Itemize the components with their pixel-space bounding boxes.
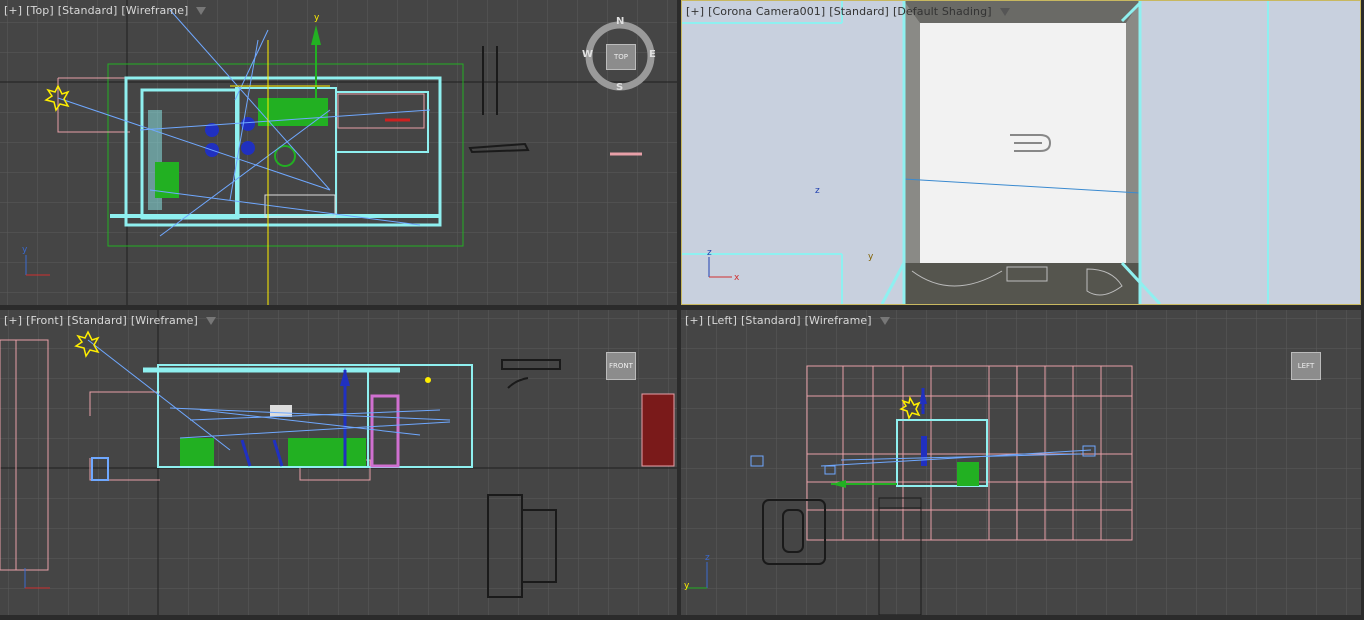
camera-viewport-menu[interactable]: [+] [686, 5, 704, 18]
svg-text:y: y [314, 13, 320, 23]
camera-axis-x-label: x [734, 273, 740, 283]
front-viewport-label: [+] [Front] [Standard] [Wireframe] [4, 314, 216, 327]
compass-east-label: E [649, 49, 656, 60]
filter-icon[interactable] [879, 317, 890, 325]
left-axis-z-label: z [705, 553, 710, 563]
filter-icon[interactable] [205, 317, 216, 325]
camera-axis-z-label: z [707, 248, 712, 258]
left-shading-label[interactable]: [Standard] [741, 314, 801, 327]
left-axis-y-label: y [684, 581, 690, 591]
left-viewport[interactable]: y z LEFT [+] [Left] [Standard] [Wireframe] [681, 310, 1361, 615]
front-viewport-canvas[interactable] [0, 310, 677, 615]
camera-viewport-canvas[interactable]: z x y z [682, 1, 1361, 305]
viewcube-top[interactable]: TOP [606, 44, 636, 70]
left-viewport-label: [+] [Left] [Standard] [Wireframe] [685, 314, 890, 327]
compass-south-label: S [616, 82, 624, 93]
top-axis-y-label: y [22, 245, 28, 255]
viewcube-front[interactable]: FRONT [606, 352, 636, 380]
front-mode-label[interactable]: [Wireframe] [131, 314, 198, 327]
compass-north-label: N [616, 16, 625, 27]
camera-mode-label[interactable]: [Default Shading] [893, 5, 992, 18]
filter-icon[interactable] [999, 8, 1010, 16]
left-viewport-canvas[interactable]: y z [681, 310, 1361, 615]
left-mode-label[interactable]: [Wireframe] [805, 314, 872, 327]
top-viewport-label: [+] [Top] [Standard] [Wireframe] [4, 4, 207, 17]
camera-axis-z2-label: z [815, 186, 820, 196]
left-view-label[interactable]: [Left] [707, 314, 737, 327]
front-view-label[interactable]: [Front] [26, 314, 63, 327]
front-shading-label[interactable]: [Standard] [67, 314, 127, 327]
camera-viewport[interactable]: z x y z [+] [Corona Camera001] [Standard][… [681, 0, 1361, 305]
top-viewport-menu[interactable]: [+] [4, 4, 22, 17]
front-viewport-menu[interactable]: [+] [4, 314, 22, 327]
top-viewport[interactable]: y y N S E W TOP [+] [Top] [Standard] [Wiref… [0, 0, 677, 305]
camera-shading-label[interactable]: [Standard] [829, 5, 889, 18]
filter-icon[interactable] [196, 7, 207, 15]
top-mode-label[interactable]: [Wireframe] [121, 4, 188, 17]
top-viewport-canvas[interactable]: y y [0, 0, 677, 305]
camera-viewport-label: [+] [Corona Camera001] [Standard] [Default … [686, 5, 1010, 18]
camera-axis-y-label: y [868, 252, 874, 262]
viewcube-left[interactable]: LEFT [1291, 352, 1321, 380]
top-view-label[interactable]: [Top] [26, 4, 54, 17]
compass-west-label: W [582, 49, 594, 60]
left-viewport-menu[interactable]: [+] [685, 314, 703, 327]
front-viewport[interactable]: FRONT [+] [Front] [Standard] [Wireframe] [0, 310, 677, 615]
camera-view-label[interactable]: [Corona Camera001] [708, 5, 825, 18]
top-shading-label[interactable]: [Standard] [58, 4, 118, 17]
